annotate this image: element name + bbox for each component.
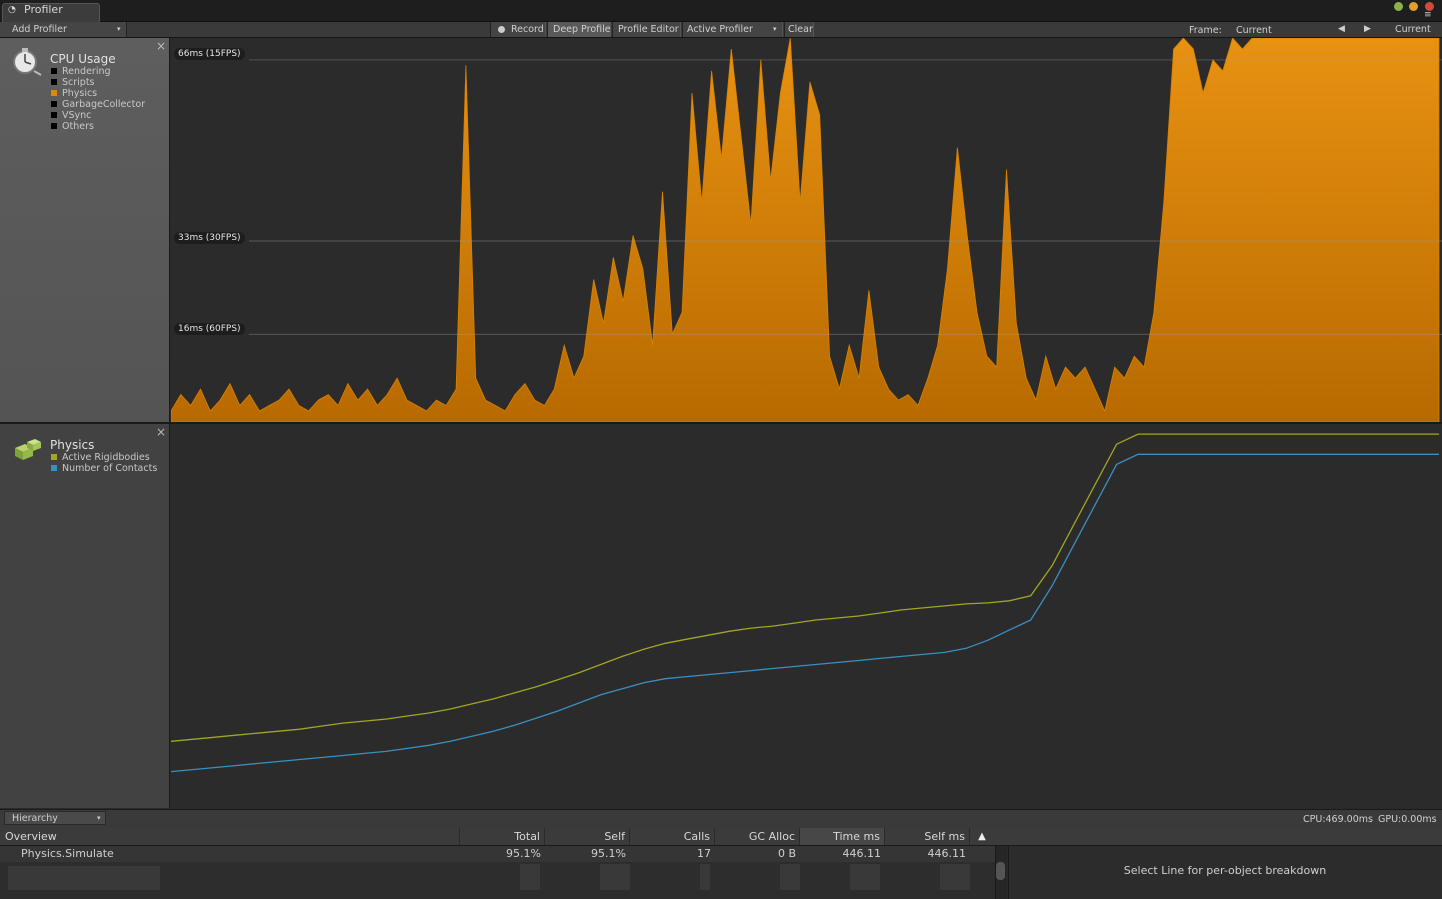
obscured-cell [780, 864, 800, 890]
chevron-down-icon: ▾ [97, 814, 101, 822]
legend-swatch[interactable] [51, 465, 57, 471]
physics-chart[interactable] [170, 424, 1442, 808]
active-profiler-label: Active Profiler [687, 24, 753, 35]
chevron-down-icon: ▾ [117, 25, 121, 33]
legend-swatch[interactable] [51, 68, 57, 74]
cpu-time-readout: CPU:469.00ms [1303, 814, 1373, 825]
threshold-label-15fps: 66ms (15FPS) [174, 48, 245, 60]
threshold-label-60fps: 16ms (60FPS) [174, 323, 245, 335]
column-header-total[interactable]: Total [460, 828, 545, 845]
cpu-legend-item: GarbageCollector [62, 99, 146, 110]
stopwatch-icon [13, 48, 42, 76]
legend-swatch[interactable] [51, 79, 57, 85]
view-mode-label: Hierarchy [12, 813, 58, 824]
active-rigidbodies-line [170, 433, 1439, 742]
physics-legend[interactable] [0, 424, 170, 808]
row-name: Physics.Simulate [21, 847, 114, 860]
physics-area-series [170, 37, 1440, 423]
column-header-time-ms[interactable]: Time ms [800, 828, 885, 845]
cpu-usage-chart[interactable] [170, 37, 1442, 423]
obscured-cell [940, 864, 970, 890]
row-time-ms: 446.11 [842, 847, 882, 860]
cpu-legend-item: Rendering [62, 66, 111, 77]
cpu-legend-item: Scripts [62, 77, 95, 88]
current-frame-button[interactable]: Current [1395, 22, 1431, 37]
chevron-down-icon: ▾ [773, 25, 777, 33]
legend-swatch[interactable] [51, 123, 57, 129]
number-of-contacts-line [170, 453, 1439, 773]
physics-chart-svg [170, 433, 1439, 773]
deep-profile-label: Deep Profile [553, 24, 611, 35]
gpu-time-readout: GPU:0.00ms [1378, 814, 1437, 825]
window-menu-icon[interactable]: ≡ [1424, 11, 1432, 20]
physics-legend-item: Active Rigidbodies [62, 452, 150, 463]
obscured-row-name [8, 866, 160, 890]
maximize-button[interactable] [1409, 2, 1418, 11]
column-header-overview[interactable]: Overview [0, 828, 460, 845]
close-icon[interactable]: × [156, 426, 166, 438]
sort-ascending-icon[interactable]: ▲ [972, 828, 992, 845]
previous-frame-button[interactable]: ◀ [1338, 22, 1345, 37]
profiler-icon: ◔ [8, 5, 16, 15]
cpu-legend-item: Physics [62, 88, 98, 99]
legend-swatch[interactable] [51, 112, 57, 118]
cpu-legend-item: VSync [62, 110, 92, 121]
row-calls: 17 [697, 847, 711, 860]
physics-title: Physics [50, 438, 95, 452]
threshold-label-30fps: 33ms (30FPS) [174, 232, 245, 244]
obscured-cell [850, 864, 880, 890]
cpu-usage-title: CPU Usage [50, 52, 116, 66]
frame-label: Frame: [1189, 25, 1222, 36]
column-header-self[interactable]: Self [545, 828, 630, 845]
profile-editor-label: Profile Editor [618, 24, 679, 35]
legend-swatch[interactable] [51, 90, 57, 96]
physics-legend-item: Number of Contacts [62, 463, 158, 474]
column-header-self-ms[interactable]: Self ms [885, 828, 970, 845]
record-icon [498, 26, 505, 33]
breakdown-message: Select Line for per-object breakdown [1123, 864, 1327, 877]
scrollbar-thumb[interactable] [996, 862, 1005, 880]
clear-label: Clear [788, 24, 813, 35]
row-self: 95.1% [591, 847, 626, 860]
legend-swatch[interactable] [51, 454, 57, 460]
record-label: Record [511, 24, 544, 35]
row-gc-alloc: 0 B [777, 847, 796, 860]
details-toolbar [0, 809, 1442, 829]
close-icon[interactable]: × [156, 40, 166, 52]
cpu-usage-chart-svg [170, 37, 1442, 423]
column-header-calls[interactable]: Calls [630, 828, 715, 845]
title-bar [0, 0, 1442, 22]
frame-value: Current [1236, 25, 1272, 36]
obscured-cell [700, 864, 710, 890]
obscured-cell [600, 864, 630, 890]
physics-cubes-icon [15, 439, 41, 460]
tab-label: Profiler [24, 3, 63, 16]
cpu-legend-item: Others [62, 121, 94, 132]
column-header-gc-alloc[interactable]: GC Alloc [715, 828, 800, 845]
row-total: 95.1% [506, 847, 541, 860]
row-self-ms: 446.11 [927, 847, 967, 860]
obscured-cell [520, 864, 540, 890]
legend-swatch[interactable] [51, 101, 57, 107]
add-profiler-label: Add Profiler [12, 24, 67, 35]
next-frame-button[interactable]: ▶ [1364, 22, 1371, 37]
minimize-button[interactable] [1394, 2, 1403, 11]
